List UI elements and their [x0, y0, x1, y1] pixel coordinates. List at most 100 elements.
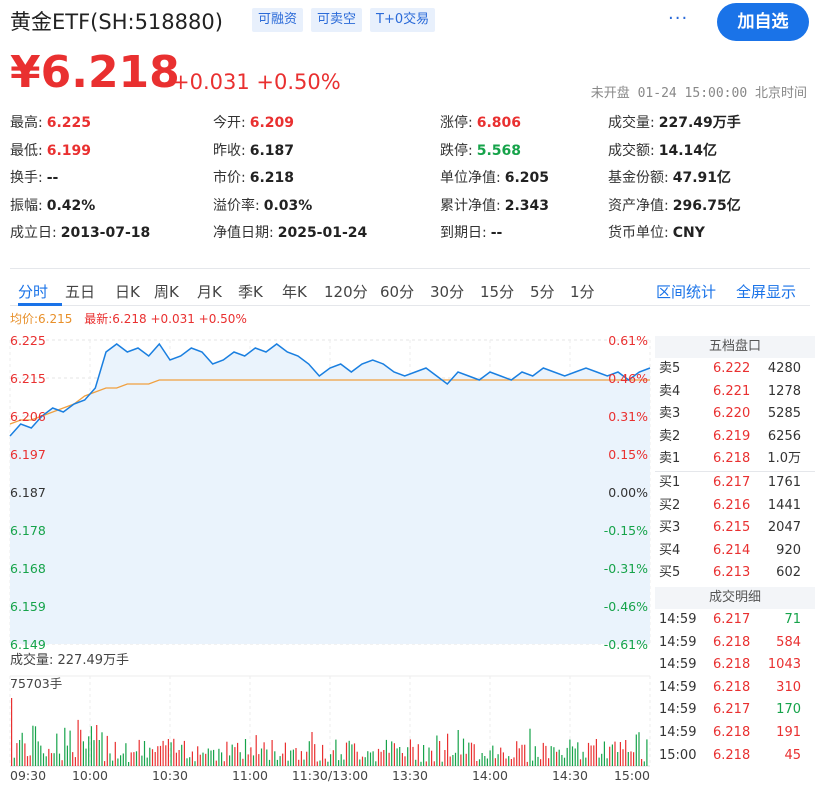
row-label: 14:59	[659, 611, 697, 627]
volume-label: 成交量: 227.49万手	[10, 653, 129, 668]
tab-11[interactable]: 5分	[530, 281, 555, 302]
row-volume: 6256	[767, 428, 801, 444]
tab-4[interactable]: 月K	[197, 281, 222, 302]
volume-bar	[229, 755, 231, 766]
volume-bar	[226, 741, 228, 766]
volume-bar	[619, 742, 621, 766]
row-volume: 1761	[767, 474, 801, 490]
volume-bar	[143, 741, 146, 766]
quote-value: 6.209	[249, 115, 295, 131]
volume-bar	[566, 747, 568, 766]
tab-6[interactable]: 年K	[282, 281, 307, 302]
row-price: 6.218	[713, 657, 751, 673]
quote-item: 跌停: 5.568	[440, 140, 521, 160]
volume-bar	[433, 761, 435, 766]
tag-t0[interactable]: T+0交易	[370, 8, 436, 32]
tab-9[interactable]: 30分	[430, 281, 464, 302]
bid-row: 买4 6.214 920	[655, 540, 815, 563]
quote-label: 振幅:	[10, 197, 43, 214]
row-volume: 191	[776, 724, 801, 740]
tab-8[interactable]: 60分	[380, 281, 414, 302]
volume-bar	[250, 747, 252, 766]
volume-bar	[274, 751, 276, 766]
volume-bar	[393, 743, 395, 766]
tab-7[interactable]: 120分	[324, 281, 368, 302]
volume-bar	[335, 739, 337, 766]
fullscreen-link[interactable]: 全屏显示	[736, 281, 796, 302]
tag-margin[interactable]: 可融资	[252, 8, 304, 32]
volume-bar	[356, 751, 358, 766]
volume-bar	[542, 742, 544, 766]
volume-bar	[327, 761, 329, 766]
volume-bar	[561, 755, 563, 766]
volume-bar	[181, 744, 183, 766]
tab-10[interactable]: 15分	[480, 281, 514, 302]
quote-label: 溢价率:	[213, 197, 260, 214]
range-stats-link[interactable]: 区间统计	[656, 281, 716, 302]
row-label: 卖5	[659, 361, 681, 376]
volume-bar	[513, 757, 515, 766]
volume-bar	[178, 750, 180, 766]
volume-bar	[16, 743, 18, 766]
volume-bar	[359, 759, 361, 766]
volume-bar	[266, 749, 268, 766]
quote-label: 换手:	[10, 170, 43, 186]
tab-12[interactable]: 1分	[570, 281, 595, 302]
quote-item: 昨收: 6.187	[213, 140, 294, 160]
tab-2[interactable]: 日K	[115, 281, 140, 302]
volume-bar	[48, 748, 50, 766]
volume-bar	[571, 746, 574, 766]
pct-tick-label: 0.61%	[608, 333, 648, 348]
tab-5[interactable]: 季K	[238, 281, 263, 302]
volume-bar	[436, 735, 438, 766]
volume-bar	[598, 757, 600, 766]
row-price: 6.217	[713, 611, 751, 627]
quote-value: CNY	[672, 225, 705, 241]
volume-bar	[627, 752, 629, 766]
row-label: 15:00	[659, 747, 697, 763]
pct-tick-label: 0.00%	[608, 485, 648, 500]
tab-0[interactable]: 分时	[18, 281, 48, 302]
volume-bar	[524, 744, 526, 766]
quote-item: 换手: --	[10, 167, 58, 187]
row-label: 14:59	[659, 679, 697, 695]
row-label: 14:59	[659, 702, 697, 718]
volume-bar	[369, 752, 372, 766]
volume-bar	[412, 746, 414, 766]
quote-label: 到期日:	[440, 225, 487, 241]
tag-list: 可融资 可卖空 T+0交易	[252, 8, 436, 32]
volume-bar	[593, 745, 595, 766]
add-watchlist-button[interactable]: 加自选	[717, 3, 809, 41]
volume-bar	[377, 748, 380, 766]
row-label: 买5	[659, 565, 681, 581]
quote-label: 最高:	[10, 115, 43, 131]
volume-bar	[486, 758, 488, 766]
row-price: 6.218	[713, 451, 751, 467]
bid-row: 买5 6.213 602	[655, 562, 815, 585]
x-tick-label: 15:00	[614, 768, 650, 783]
volume-bar	[56, 733, 58, 766]
volume-bar	[508, 756, 510, 766]
volume-bar	[221, 752, 223, 766]
volume-bar	[585, 757, 587, 766]
tab-1[interactable]: 五日	[65, 281, 95, 302]
row-price: 6.222	[713, 361, 751, 376]
quote-value: 6.806	[476, 115, 522, 131]
pct-tick-label: -0.46%	[604, 599, 648, 614]
more-icon[interactable]: ···	[668, 8, 688, 29]
intraday-chart[interactable]: 6.225 0.61% 6.215 0.46% 6.206 0.31% 6.197 0.15%…	[0, 326, 655, 788]
trade-row: 14:59 6.217 71	[655, 609, 815, 632]
volume-bar	[13, 757, 15, 766]
volume-bar	[340, 754, 342, 766]
volume-bar	[282, 753, 284, 766]
row-price: 6.218	[713, 747, 751, 763]
tab-3[interactable]: 周K	[154, 281, 179, 302]
quote-label: 资产净值:	[608, 197, 669, 214]
volume-bar	[447, 733, 449, 766]
y-tick-label: 6.178	[10, 523, 46, 538]
volume-bar	[478, 759, 481, 766]
row-volume: 4280	[767, 361, 801, 376]
volume-bar	[93, 740, 95, 766]
tag-short[interactable]: 可卖空	[311, 8, 363, 32]
volume-bar	[635, 734, 637, 766]
